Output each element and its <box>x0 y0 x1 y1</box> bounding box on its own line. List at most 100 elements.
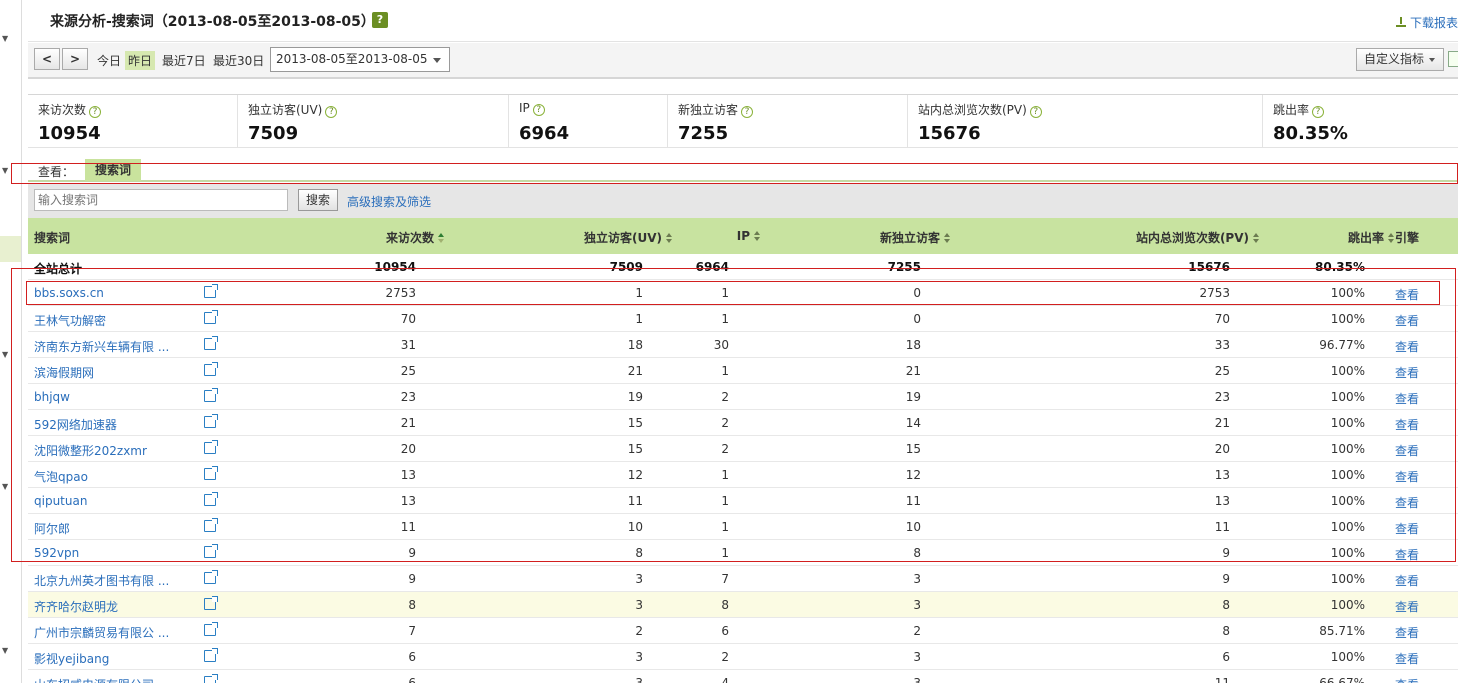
row-keyword-link[interactable]: 齐齐哈尔赵明龙 <box>34 598 118 615</box>
row-keyword-link[interactable]: 阿尔郎 <box>34 520 70 537</box>
external-link-icon[interactable] <box>204 414 218 428</box>
tab-search-terms[interactable]: 搜索词 <box>85 159 141 181</box>
stat-value: 7509 <box>248 123 299 144</box>
row-engine-link[interactable]: 查看 <box>1395 546 1419 563</box>
chevron-down-icon <box>433 58 441 63</box>
sort-icon[interactable] <box>754 231 760 241</box>
row-engine-link[interactable]: 查看 <box>1395 416 1419 433</box>
range-last-7-days[interactable]: 最近7日 <box>159 51 209 70</box>
row-engine-link[interactable]: 查看 <box>1395 624 1419 641</box>
row-new-uv: 18 <box>905 338 921 352</box>
export-icon[interactable] <box>1448 51 1458 67</box>
row-bounce: 100% <box>1330 468 1365 482</box>
row-engine-link[interactable]: 查看 <box>1395 286 1419 303</box>
help-icon[interactable]: ? <box>325 106 338 118</box>
col-visits[interactable]: 来访次数 <box>386 229 444 246</box>
row-keyword-link[interactable]: 广州市宗麟贸易有限公 ... <box>34 624 169 641</box>
row-keyword-link[interactable]: 济南东方新兴车辆有限 ... <box>34 338 169 355</box>
row-uv: 19 <box>627 390 643 404</box>
advanced-search-link[interactable]: 高级搜索及筛选 <box>347 193 431 210</box>
sort-icon[interactable] <box>666 233 672 243</box>
date-range-select[interactable]: 2013-08-05至2013-08-05 <box>270 47 450 72</box>
prev-date-button[interactable]: < <box>34 48 60 70</box>
external-link-icon[interactable] <box>204 336 218 350</box>
sidebar-active-item[interactable] <box>0 236 21 262</box>
external-link-icon[interactable] <box>204 362 218 376</box>
custom-metrics-button[interactable]: 自定义指标 <box>1356 48 1444 71</box>
external-link-icon[interactable] <box>204 544 218 558</box>
help-icon[interactable]: ? <box>532 104 545 116</box>
row-keyword-link[interactable]: 王林气功解密 <box>34 312 106 329</box>
col-uv[interactable]: 独立访客(UV) <box>584 229 672 246</box>
row-engine-link[interactable]: 查看 <box>1395 338 1419 355</box>
row-keyword-link[interactable]: 气泡qpao <box>34 468 88 485</box>
row-keyword-link[interactable]: 滨海假期网 <box>34 364 94 381</box>
help-icon[interactable]: ? <box>741 106 754 118</box>
external-link-icon[interactable] <box>204 648 218 662</box>
row-engine-link[interactable]: 查看 <box>1395 364 1419 381</box>
row-new-uv: 14 <box>905 416 921 430</box>
row-engine-link[interactable]: 查看 <box>1395 598 1419 615</box>
row-keyword-link[interactable]: qiputuan <box>34 494 87 508</box>
row-keyword-link[interactable]: 沈阳微整形202zxmr <box>34 442 147 459</box>
next-date-button[interactable]: > <box>62 48 88 70</box>
col-ip[interactable]: IP <box>737 229 760 243</box>
external-link-icon[interactable] <box>204 466 218 480</box>
range-yesterday[interactable]: 昨日 <box>125 51 156 70</box>
row-keyword-link[interactable]: 592网络加速器 <box>34 416 117 433</box>
row-engine-link[interactable]: 查看 <box>1395 650 1419 667</box>
col-pv[interactable]: 站内总浏览次数(PV) <box>1136 229 1259 246</box>
row-keyword-link[interactable]: bbs.soxs.cn <box>34 286 104 300</box>
sort-icon[interactable] <box>1388 233 1394 243</box>
external-link-icon[interactable] <box>204 622 218 636</box>
external-link-icon[interactable] <box>204 284 218 298</box>
row-engine-link[interactable]: 查看 <box>1395 520 1419 537</box>
external-link-icon[interactable] <box>204 492 218 506</box>
col-new-uv[interactable]: 新独立访客 <box>880 229 950 246</box>
external-link-icon[interactable] <box>204 388 218 402</box>
view-tabs: 查看： 搜索词 <box>28 158 1458 182</box>
range-last-30-days[interactable]: 最近30日 <box>210 51 267 70</box>
sort-icon[interactable] <box>438 233 444 243</box>
row-engine-link[interactable]: 查看 <box>1395 572 1419 589</box>
row-pv: 9 <box>1222 572 1230 586</box>
collapse-arrow-icon[interactable]: ▼ <box>2 646 8 655</box>
date-range-value: 2013-08-05至2013-08-05 <box>276 52 428 66</box>
col-bounce[interactable]: 跳出率 <box>1348 229 1394 246</box>
sort-icon[interactable] <box>944 233 950 243</box>
collapse-arrow-icon[interactable]: ▼ <box>2 350 8 359</box>
row-engine-link[interactable]: 查看 <box>1395 494 1419 511</box>
row-keyword-link[interactable]: 影视yejibang <box>34 650 109 667</box>
row-engine-link[interactable]: 查看 <box>1395 390 1419 407</box>
search-button[interactable]: 搜索 <box>298 189 338 211</box>
range-today[interactable]: 今日 <box>94 51 124 70</box>
collapse-arrow-icon[interactable]: ▼ <box>2 166 8 175</box>
external-link-icon[interactable] <box>204 518 218 532</box>
sort-icon[interactable] <box>1253 233 1259 243</box>
help-icon[interactable]: ? <box>1312 106 1325 118</box>
external-link-icon[interactable] <box>204 440 218 454</box>
row-ip: 1 <box>721 494 729 508</box>
search-input[interactable] <box>34 189 288 211</box>
external-link-icon[interactable] <box>204 570 218 584</box>
help-icon[interactable]: ? <box>372 12 388 28</box>
row-engine-link[interactable]: 查看 <box>1395 676 1419 683</box>
row-keyword-link[interactable]: 592vpn <box>34 546 79 560</box>
row-engine-link[interactable]: 查看 <box>1395 442 1419 459</box>
row-keyword-link[interactable]: bhjqw <box>34 390 70 404</box>
external-link-icon[interactable] <box>204 596 218 610</box>
row-engine-link[interactable]: 查看 <box>1395 468 1419 485</box>
row-keyword-link[interactable]: 北京九州英才图书有限 ... <box>34 572 169 589</box>
collapse-arrow-icon[interactable]: ▼ <box>2 482 8 491</box>
row-keyword-link[interactable]: 山东招威电源有限公司 <box>34 676 154 683</box>
download-report-link[interactable]: 下载报表 <box>1395 14 1458 31</box>
row-pv: 20 <box>1214 442 1230 456</box>
table-row: bbs.soxs.cn 2753 1 1 0 2753 100% 查看 <box>28 280 1458 306</box>
row-uv: 3 <box>635 598 643 612</box>
help-icon[interactable]: ? <box>1029 106 1042 118</box>
collapse-arrow-icon[interactable]: ▼ <box>2 34 8 43</box>
external-link-icon[interactable] <box>204 674 218 683</box>
row-engine-link[interactable]: 查看 <box>1395 312 1419 329</box>
help-icon[interactable]: ? <box>89 106 102 118</box>
external-link-icon[interactable] <box>204 310 218 324</box>
